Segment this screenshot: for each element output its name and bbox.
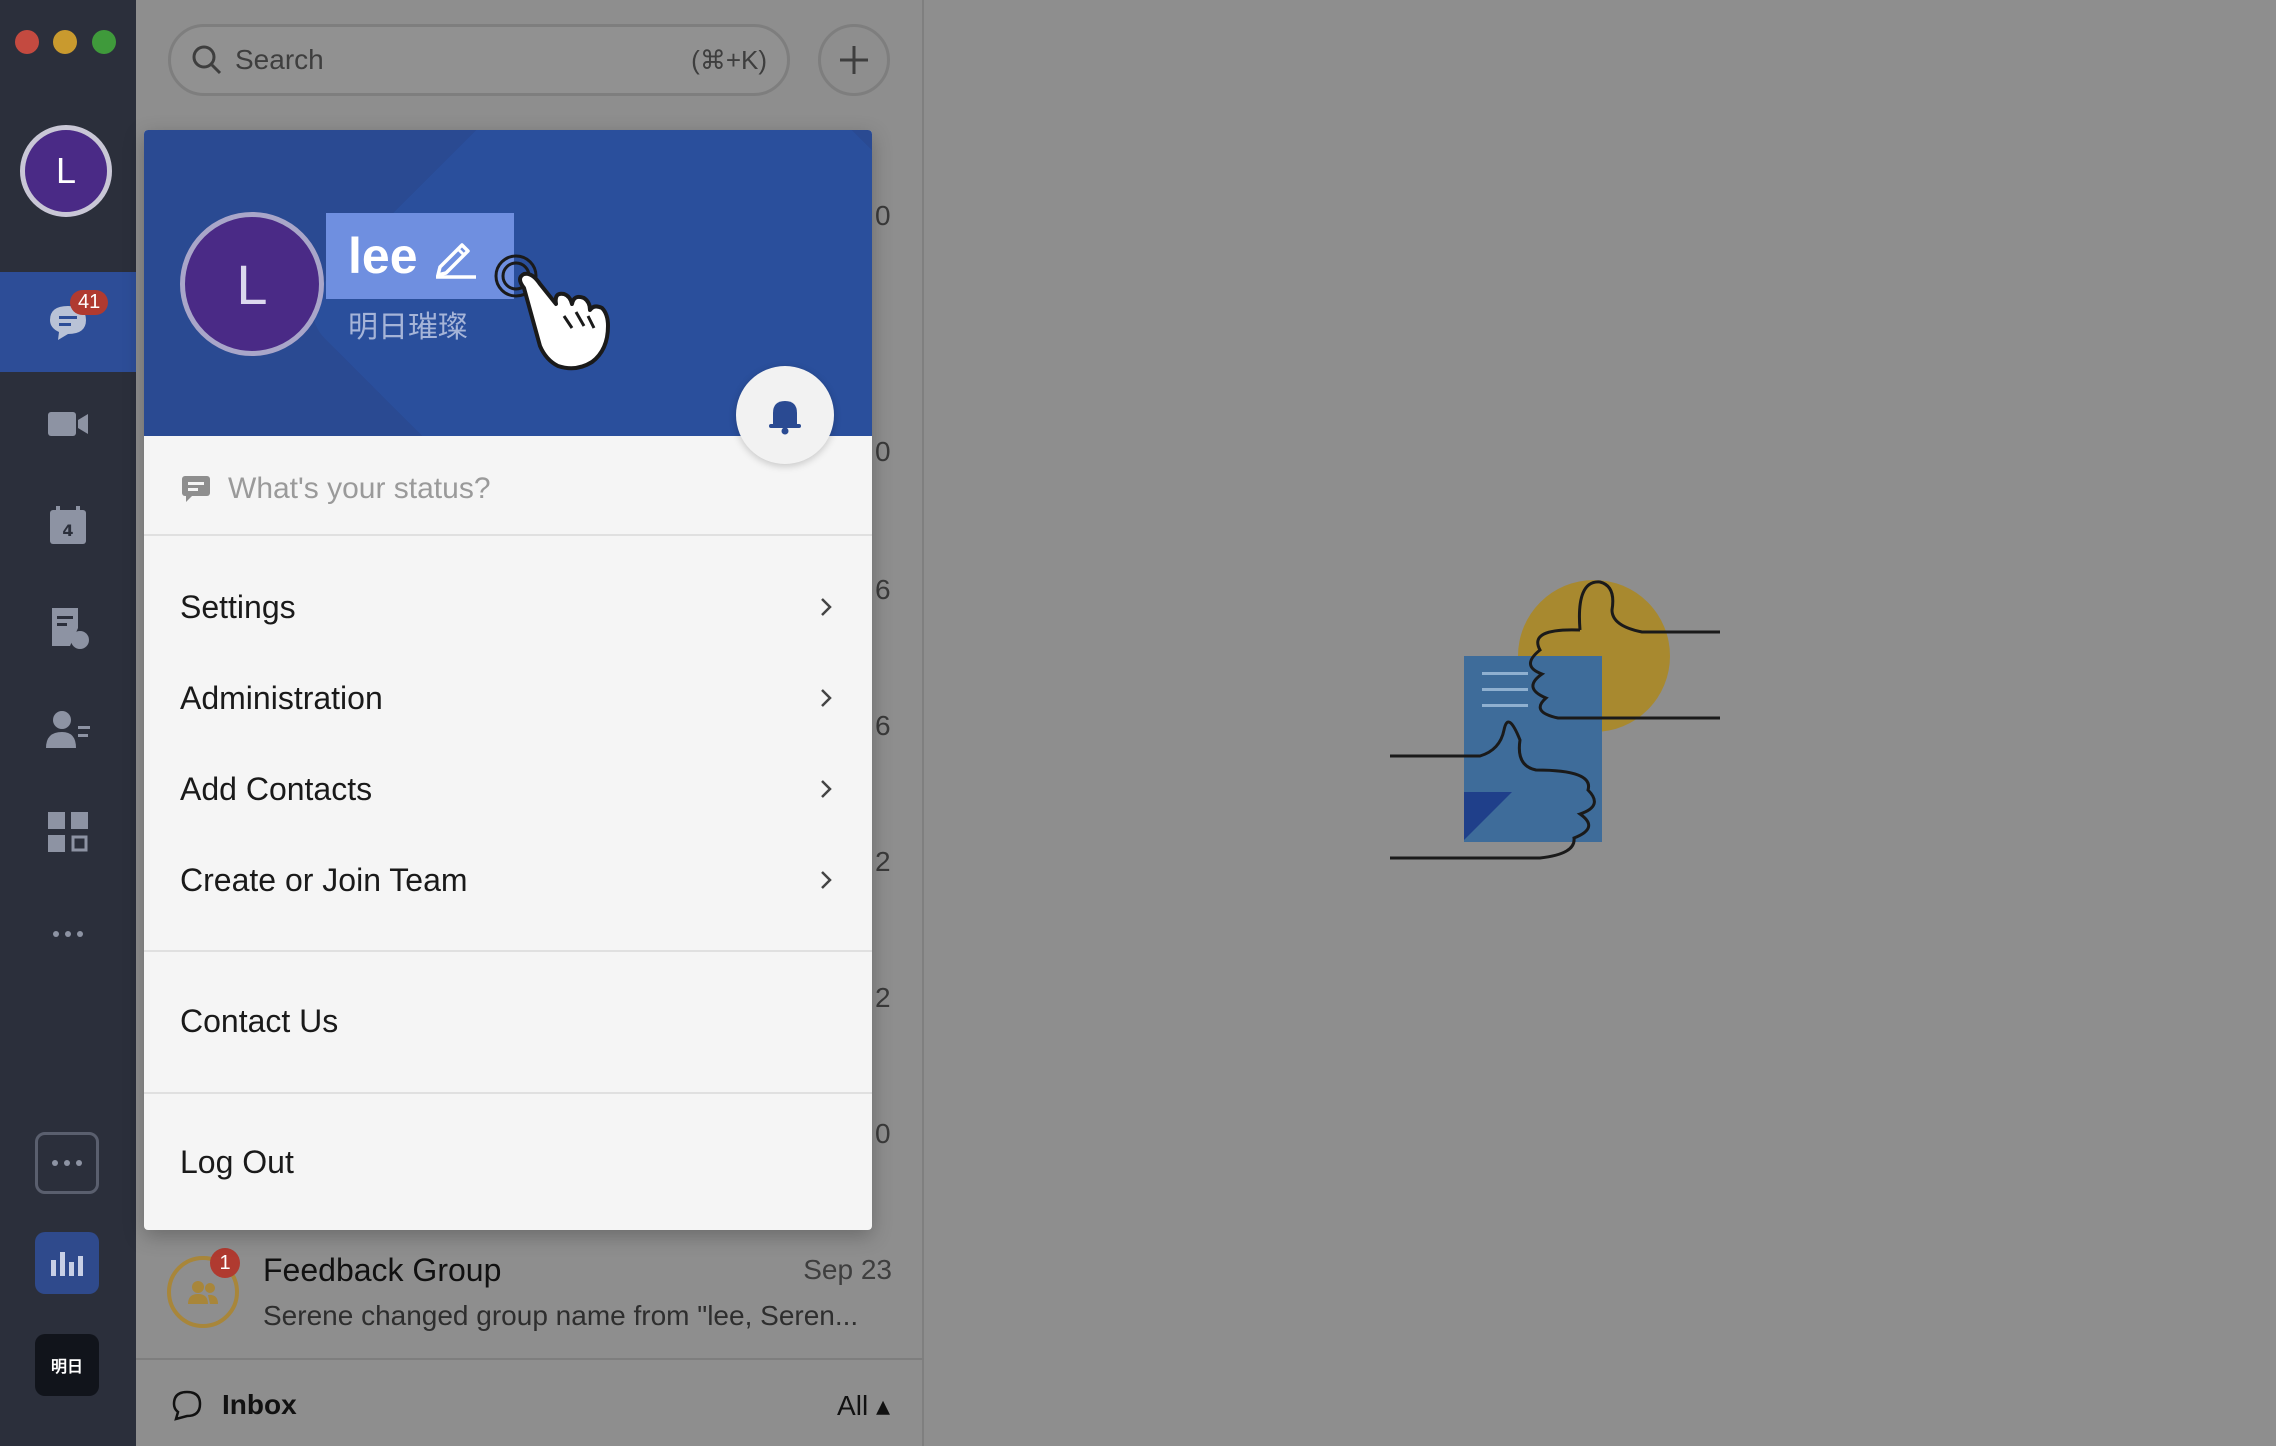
search-input[interactable]: Search (⌘+K) <box>168 24 790 96</box>
menu-item-log-out[interactable]: Log Out <box>144 1117 872 1207</box>
profile-tenant-name: 明日璀璨 <box>348 311 468 344</box>
conversation-date: Sep 23 <box>803 1254 892 1285</box>
list-item-meta: 2 <box>875 846 891 877</box>
list-item-meta: 0 <box>875 200 891 231</box>
list-item-meta: 6 <box>875 574 891 605</box>
status-placeholder: What's your status? <box>228 472 491 505</box>
bar-chart-icon <box>51 1252 83 1276</box>
search-shortcut: (⌘+K) <box>691 44 767 75</box>
chat-bubble-icon <box>172 1390 202 1421</box>
search-placeholder: Search <box>235 44 324 75</box>
rail-tenant-button[interactable]: 明日 <box>35 1334 99 1396</box>
list-item-meta: 2 <box>875 982 891 1013</box>
status-input[interactable]: What's your status? <box>180 472 491 506</box>
list-item-meta: 0 <box>875 1118 891 1149</box>
bell-icon <box>769 401 801 435</box>
edit-pencil-icon[interactable] <box>432 233 478 279</box>
plus-icon <box>840 46 868 74</box>
menu-item-contact-us[interactable]: Contact Us <box>144 976 872 1066</box>
rail-item-more[interactable] <box>0 884 136 984</box>
rail-avatar[interactable]: L <box>20 125 112 217</box>
menu-item-add-contacts[interactable]: Add Contacts <box>144 744 872 834</box>
cloud-document-icon <box>52 608 89 649</box>
svg-text:4: 4 <box>62 521 73 540</box>
menu-item-create-join-team[interactable]: Create or Join Team <box>144 835 872 925</box>
profile-avatar[interactable]: L <box>180 212 324 356</box>
chat-unread-badge: 41 <box>70 290 109 315</box>
close-window-button[interactable] <box>15 30 39 54</box>
apps-grid-icon <box>48 812 88 852</box>
comment-icon <box>182 476 210 502</box>
rail-item-workplace[interactable] <box>0 782 136 882</box>
chevron-right-icon <box>821 689 832 707</box>
new-chat-button[interactable] <box>818 24 890 96</box>
rail-analytics-button[interactable] <box>35 1232 99 1294</box>
inbox-bar: Inbox All ▴ <box>136 1364 924 1446</box>
chevron-right-icon <box>821 598 832 616</box>
more-horizontal-icon <box>53 931 83 937</box>
rail-more-apps-button[interactable] <box>35 1132 99 1194</box>
conversation-preview: Serene changed group name from "lee, Ser… <box>263 1300 859 1331</box>
profile-name: lee <box>348 228 418 284</box>
rail-item-meetings[interactable] <box>0 374 136 474</box>
chevron-right-icon <box>821 871 832 889</box>
minimize-window-button[interactable] <box>53 30 77 54</box>
chevron-right-icon <box>821 780 832 798</box>
left-rail: L 41 4 明日 <box>0 0 136 1446</box>
search-icon <box>192 45 222 75</box>
rail-item-calendar[interactable]: 4 <box>0 476 136 576</box>
contacts-icon <box>46 711 90 748</box>
menu-item-settings[interactable]: Settings <box>144 562 872 652</box>
list-item[interactable]: 1 Feedback Group Sep 23 Serene changed g… <box>136 1220 924 1360</box>
inbox-filter-dropdown[interactable]: All ▴ <box>837 1389 890 1422</box>
thumbs-up-illustration-icon <box>1390 580 1720 860</box>
list-item-meta: 6 <box>875 710 891 741</box>
video-camera-icon <box>48 412 88 436</box>
calendar-icon: 4 <box>50 506 86 544</box>
rail-item-contacts[interactable] <box>0 680 136 780</box>
group-icon <box>188 1281 218 1304</box>
more-horizontal-icon <box>52 1160 82 1166</box>
conversation-name: Feedback Group <box>263 1252 502 1288</box>
maximize-window-button[interactable] <box>92 30 116 54</box>
rail-item-docs[interactable] <box>0 578 136 678</box>
inbox-label[interactable]: Inbox <box>222 1389 837 1421</box>
menu-item-administration[interactable]: Administration <box>144 653 872 743</box>
hand-pointer-icon <box>494 254 610 371</box>
rail-item-chat[interactable]: 41 <box>0 272 136 372</box>
unread-badge: 1 <box>210 1248 240 1278</box>
list-item-meta: 0 <box>875 436 891 467</box>
